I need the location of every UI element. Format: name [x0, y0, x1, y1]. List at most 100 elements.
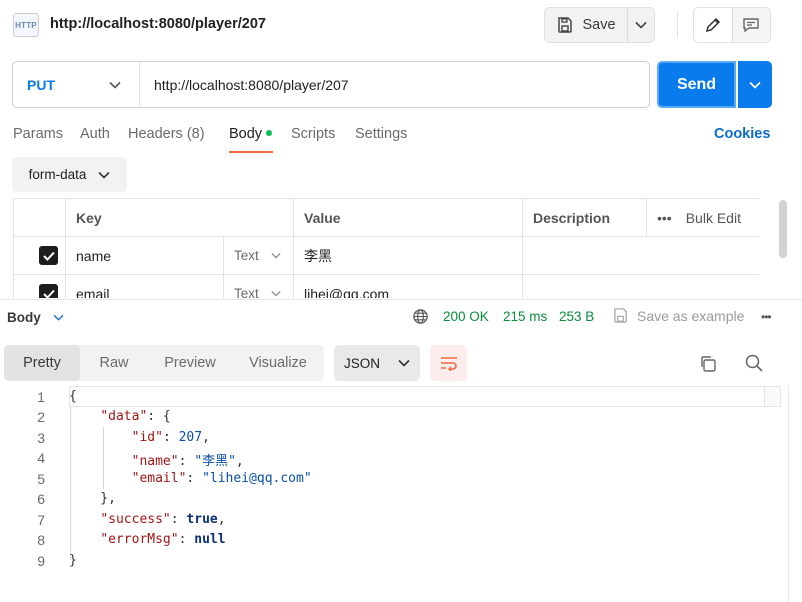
code-line: {	[69, 389, 77, 404]
save-button-group: Save	[544, 7, 655, 43]
save-options-button[interactable]	[628, 8, 654, 42]
save-label: Save	[582, 17, 616, 33]
line-number: 4	[37, 450, 45, 466]
json-value: "lihei@qq.com"	[202, 471, 312, 486]
response-view-tabs: Pretty Raw Preview Visualize	[4, 345, 324, 381]
format-select[interactable]: JSON	[334, 345, 420, 381]
bulk-edit-header: ••• Bulk Edit	[647, 199, 759, 237]
url-input[interactable]: http://localhost:8080/player/207	[140, 77, 349, 93]
json-value: null	[194, 532, 226, 547]
code-line: "name": "李黑",	[131, 454, 244, 469]
wrap-lines-button[interactable]	[430, 345, 467, 381]
body-indicator-dot	[266, 130, 273, 137]
tab-scripts[interactable]: Scripts	[291, 126, 335, 142]
view-tab-pretty[interactable]: Pretty	[4, 345, 80, 381]
save-button[interactable]: Save	[545, 8, 628, 42]
request-title[interactable]: http://localhost:8080/player/207	[50, 16, 266, 32]
json-value: "李黑"	[194, 454, 236, 469]
format-label: JSON	[343, 355, 380, 371]
row-value-cell[interactable]: lihei@qq.com	[294, 275, 523, 298]
response-body-label: Body	[7, 310, 41, 325]
code-line: "errorMsg": null	[100, 532, 226, 547]
code-line: },	[69, 491, 116, 506]
row-type-select[interactable]: Text	[224, 237, 294, 275]
save-icon	[556, 16, 574, 34]
response-code-editor[interactable]: 1 2 3 4 5 6 7 8 9 { "data": { "id": 207,…	[0, 386, 790, 602]
checkbox-column-header	[14, 199, 66, 237]
more-options-icon[interactable]: •••	[657, 210, 672, 226]
response-time[interactable]: 215 ms	[503, 309, 547, 324]
json-key: "success"	[100, 512, 171, 527]
response-size[interactable]: 253 B	[559, 309, 594, 324]
row-description-cell[interactable]	[523, 237, 759, 275]
chevron-down-icon	[53, 314, 64, 321]
http-request-icon: HTTP	[13, 13, 39, 37]
code-line: "data": {	[100, 409, 171, 424]
view-tab-preview[interactable]: Preview	[148, 345, 232, 381]
more-options-icon[interactable]: •••	[761, 310, 772, 324]
json-value: true	[186, 512, 218, 527]
toolbar-divider	[677, 12, 678, 38]
line-number: 5	[37, 471, 45, 487]
save-as-example-button[interactable]: Save as example	[612, 307, 744, 324]
value-column-header: Value	[294, 199, 523, 237]
row-value-cell[interactable]: 李黑	[294, 237, 523, 275]
view-tab-visualize[interactable]: Visualize	[232, 345, 324, 381]
line-number: 8	[37, 532, 45, 548]
code-line: }	[69, 553, 77, 568]
comments-button[interactable]	[731, 8, 770, 42]
send-button[interactable]: Send	[657, 61, 736, 108]
row-key-cell[interactable]: email	[66, 275, 224, 298]
table-row-checkbox-cell	[14, 275, 66, 298]
pane-divider[interactable]	[0, 299, 802, 300]
row-description-cell[interactable]	[523, 275, 759, 298]
chevron-down-icon	[98, 171, 110, 179]
row-type-label: Text	[234, 286, 259, 298]
line-number: 9	[37, 553, 45, 569]
row-checkbox[interactable]	[39, 284, 58, 298]
response-body-select[interactable]: Body	[7, 310, 64, 325]
chevron-down-icon	[271, 252, 281, 259]
code-line: "id": 207,	[131, 430, 210, 445]
description-column-header: Description	[523, 199, 647, 237]
body-type-label: form-data	[28, 167, 87, 182]
json-key: "id"	[131, 430, 163, 445]
tab-settings[interactable]: Settings	[355, 126, 407, 142]
view-tab-raw[interactable]: Raw	[80, 345, 148, 381]
wrap-lines-icon	[439, 355, 459, 371]
pencil-icon	[704, 16, 722, 34]
search-icon[interactable]	[744, 353, 764, 376]
send-options-button[interactable]	[738, 61, 772, 108]
body-type-select[interactable]: form-data	[12, 157, 127, 192]
save-as-example-label: Save as example	[637, 307, 745, 324]
response-status[interactable]: 200 OK	[443, 309, 489, 324]
request-url-bar: PUT http://localhost:8080/player/207	[12, 61, 650, 108]
code-line: "success": true,	[100, 512, 226, 527]
tab-headers[interactable]: Headers (8)	[128, 126, 205, 142]
globe-icon[interactable]	[412, 308, 429, 328]
form-data-table: Key Value Description ••• Bulk Edit name…	[13, 198, 759, 298]
line-number: 1	[37, 389, 45, 405]
chevron-down-icon	[109, 81, 121, 89]
row-checkbox[interactable]	[39, 246, 58, 265]
tab-body[interactable]: Body	[229, 126, 273, 142]
json-key: "errorMsg"	[100, 532, 179, 547]
cookies-link[interactable]: Cookies	[714, 126, 770, 142]
json-key: "name"	[131, 454, 179, 469]
table-scrollbar[interactable]	[779, 200, 787, 258]
chevron-down-icon	[398, 359, 410, 367]
copy-icon[interactable]	[698, 354, 718, 377]
checkmark-icon	[42, 289, 55, 298]
tool-button-group	[693, 7, 771, 43]
save-icon	[612, 307, 629, 324]
method-select[interactable]: PUT	[13, 62, 140, 107]
bulk-edit-link[interactable]: Bulk Edit	[686, 210, 741, 226]
json-key: "data"	[100, 409, 148, 424]
edit-button[interactable]	[694, 8, 732, 42]
tab-auth[interactable]: Auth	[80, 126, 110, 142]
tab-params[interactable]: Params	[13, 126, 63, 142]
row-key-cell[interactable]: name	[66, 237, 224, 275]
code-line: "email": "lihei@qq.com"	[131, 471, 312, 486]
row-type-label: Text	[234, 248, 259, 263]
row-type-select[interactable]: Text	[224, 275, 294, 298]
